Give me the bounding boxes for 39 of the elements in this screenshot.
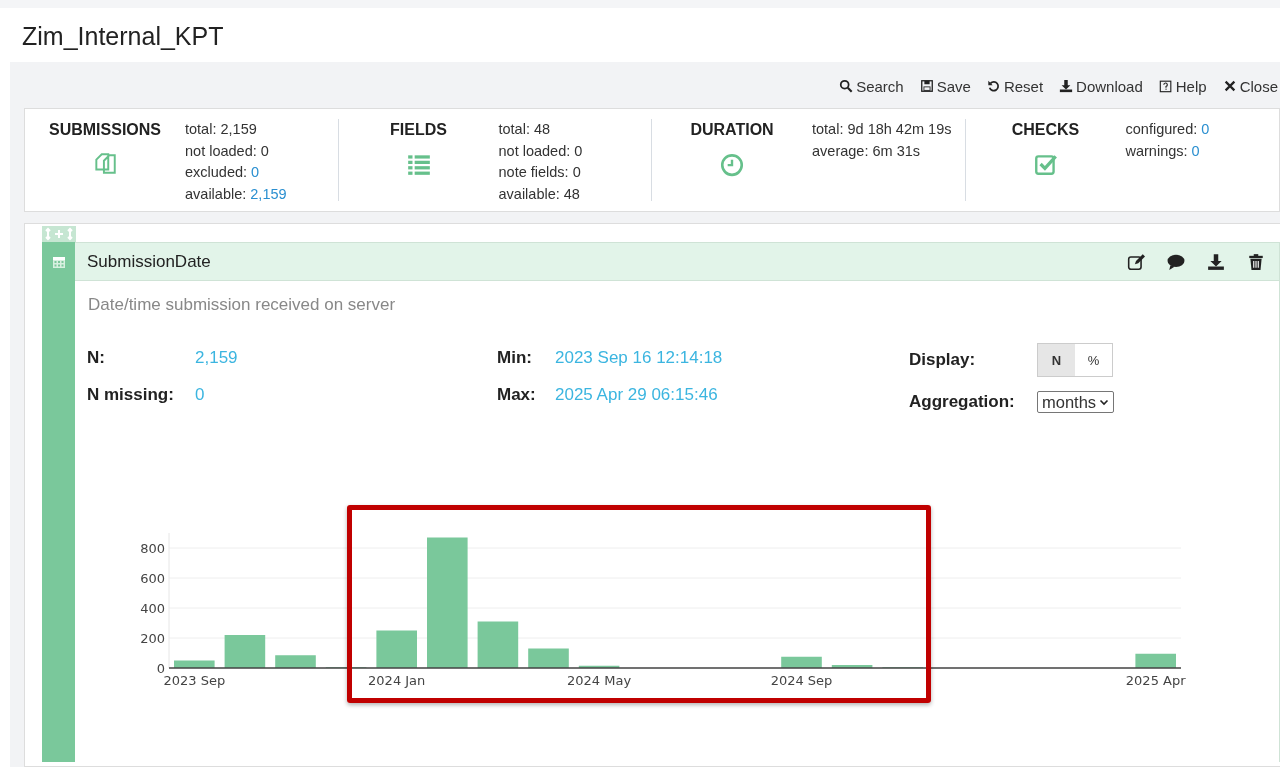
stat-text: total: 2,159 [185,120,257,139]
stat-value: 2023 Sep 16 12:14:18 [555,347,723,368]
stat-text: note fields: 0 [498,163,581,182]
stat-text: not loaded: 0 [498,141,583,161]
axis-label: 2024 Jan [368,673,426,688]
section-heading: SUBMISSIONS [49,121,161,139]
axis-label: 2024 Sep [770,673,833,688]
section-heading: CHECKS [1011,121,1080,139]
stat-text: available: 48 [498,184,580,204]
axis-label: 0 [156,661,165,676]
stat-label: N: [87,347,106,368]
stat-text: available: 2,159 [185,184,287,204]
axis-label: 2024 May [567,673,632,688]
stat-label: Max: [497,384,537,405]
axis-label: 2023 Sep [163,673,226,688]
stat-value: 0 [195,384,205,405]
stat-value: 2,159 [195,347,238,368]
stat-text: not loaded: 0 [185,141,269,161]
field-description: Date/time submission received on server [87,294,397,316]
stat-text: excluded: 0 [185,163,260,182]
stat-text: warnings: 0 [1125,141,1200,161]
stat-text: configured: 0 [1125,120,1210,139]
display-label: Display: [909,350,977,370]
stat-text: total: 48 [498,120,551,139]
aggregation-label: Aggregation: [909,392,1016,412]
stat-text: average: 6m 31s [812,141,921,161]
axis-label: 200 [140,631,165,646]
axis-label: 600 [140,571,165,586]
stat-text: total: 9d 18h 42m 19s [812,120,952,139]
page-title: Zim_Internal_KPT [21,21,225,52]
section-heading: DURATION [690,121,774,139]
axis-label: 800 [140,541,165,556]
stat-value: 2025 Apr 29 06:15:46 [555,384,718,405]
axis-label: 2025 Apr [1125,673,1186,688]
field-name: SubmissionDate [87,251,211,272]
stat-label: Min: [497,347,533,368]
stat-label: N missing: [87,384,175,405]
section-heading: FIELDS [390,121,447,139]
axis-label: 400 [140,601,165,616]
